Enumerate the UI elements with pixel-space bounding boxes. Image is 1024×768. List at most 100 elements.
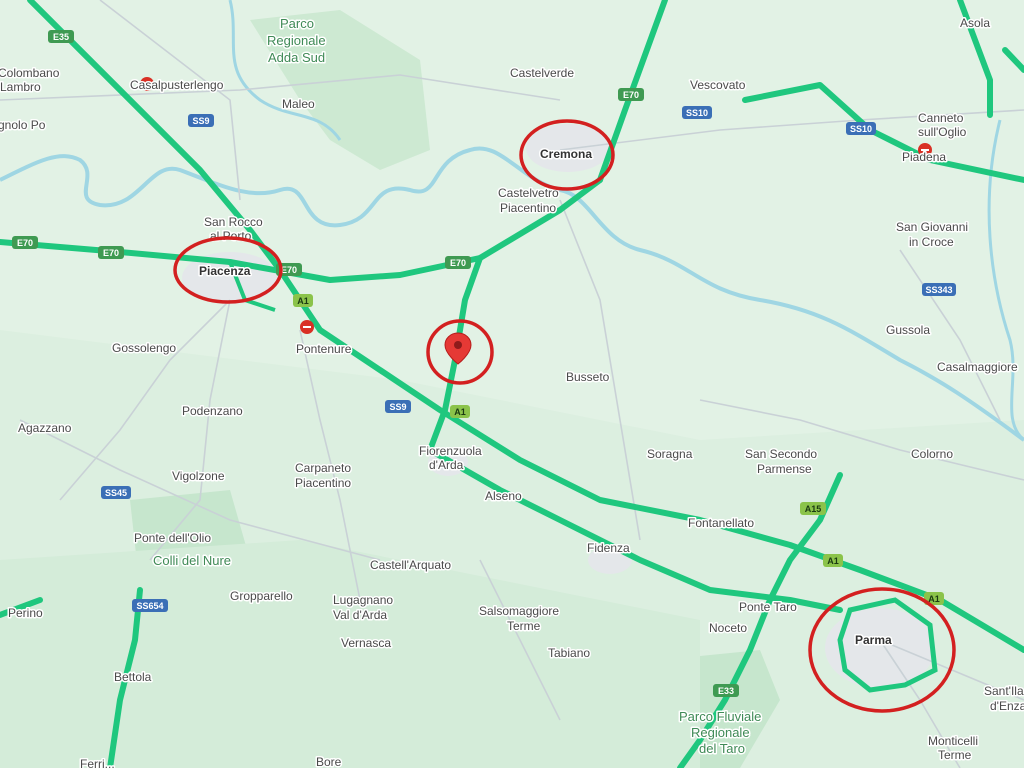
svg-text:SS10: SS10 bbox=[850, 124, 872, 134]
shield-e70-west: E70 bbox=[12, 236, 38, 249]
svg-text:E70: E70 bbox=[623, 90, 639, 100]
place-label: Casalmaggiore bbox=[937, 360, 1018, 374]
place-label: d'Enza bbox=[990, 699, 1024, 713]
place-label: del Taro bbox=[699, 741, 745, 756]
place-label: Piacentino bbox=[295, 476, 351, 490]
place-label: San Giovanni bbox=[896, 220, 968, 234]
map-canvas[interactable]: E35 E70 E70 E70 E70 E70 A1 A1 A1 A1 A15 … bbox=[0, 0, 1024, 768]
place-label: in Croce bbox=[909, 235, 954, 249]
shield-ss10-east: SS10 bbox=[846, 122, 876, 135]
shield-e70-cremona-south: E70 bbox=[445, 256, 471, 269]
place-label: Casalpusterlengo bbox=[130, 78, 224, 92]
place-label: Ferri... bbox=[80, 757, 115, 768]
svg-text:A1: A1 bbox=[454, 407, 466, 417]
place-label: Vernasca bbox=[341, 636, 391, 650]
shield-a1-fiorenzuola: A1 bbox=[450, 405, 470, 418]
place-label: Gropparello bbox=[230, 589, 293, 603]
place-label: Lugagnano bbox=[333, 593, 393, 607]
place-label: Canneto bbox=[918, 111, 964, 125]
place-label: Ponte Taro bbox=[739, 600, 797, 614]
place-label: gnolo Po bbox=[0, 118, 46, 132]
svg-text:E33: E33 bbox=[718, 686, 734, 696]
place-label: Vescovato bbox=[690, 78, 746, 92]
svg-text:SS10: SS10 bbox=[686, 108, 708, 118]
place-label: Gussola bbox=[886, 323, 930, 337]
place-label: Piacenza bbox=[199, 264, 251, 278]
place-label: Sant'Ila bbox=[984, 684, 1024, 698]
place-label: Bettola bbox=[114, 670, 152, 684]
place-label: Piacentino bbox=[500, 201, 556, 215]
svg-text:A1: A1 bbox=[297, 296, 309, 306]
place-label: Castell'Arquato bbox=[370, 558, 451, 572]
shield-ss10-west: SS10 bbox=[682, 106, 712, 119]
svg-text:E70: E70 bbox=[103, 248, 119, 258]
place-label: Parco bbox=[280, 16, 314, 31]
place-label: Colorno bbox=[911, 447, 953, 461]
place-label: Alseno bbox=[485, 489, 522, 503]
shield-ss45: SS45 bbox=[101, 486, 131, 499]
place-label: sull'Oglio bbox=[918, 125, 967, 139]
shield-a15: A15 bbox=[800, 502, 826, 515]
place-label: Perino bbox=[8, 606, 43, 620]
place-label: Podenzano bbox=[182, 404, 243, 418]
place-label: Colli del Nure bbox=[153, 553, 231, 568]
place-label: d'Arda bbox=[429, 458, 464, 472]
svg-text:SS654: SS654 bbox=[136, 601, 163, 611]
shield-e70-mid: E70 bbox=[98, 246, 124, 259]
svg-text:E70: E70 bbox=[17, 238, 33, 248]
place-label: Terme bbox=[938, 748, 972, 762]
place-label: Fontanellato bbox=[688, 516, 754, 530]
shield-e35: E35 bbox=[48, 30, 74, 43]
place-label: Cremona bbox=[540, 147, 592, 161]
place-label: Busseto bbox=[566, 370, 610, 384]
place-label: Parma bbox=[855, 633, 892, 647]
place-label: Salsomaggiore bbox=[479, 604, 559, 618]
place-label: Adda Sud bbox=[268, 50, 325, 65]
place-label: Gossolengo bbox=[112, 341, 176, 355]
place-label: Carpaneto bbox=[295, 461, 351, 475]
place-label: Bore bbox=[316, 755, 342, 768]
place-label: Piadena bbox=[902, 150, 946, 164]
place-label: Agazzano bbox=[18, 421, 72, 435]
shield-ss9-north: SS9 bbox=[188, 114, 214, 127]
place-label: Tabiano bbox=[548, 646, 590, 660]
place-label: Vigolzone bbox=[172, 469, 225, 483]
shield-a1-parma-west: A1 bbox=[823, 554, 843, 567]
svg-text:SS9: SS9 bbox=[389, 402, 406, 412]
svg-text:E70: E70 bbox=[281, 265, 297, 275]
place-label: Terme bbox=[507, 619, 541, 633]
place-label: Asola bbox=[960, 16, 990, 30]
shield-e70-cremona-north: E70 bbox=[618, 88, 644, 101]
svg-text:SS343: SS343 bbox=[925, 285, 952, 295]
svg-text:A15: A15 bbox=[805, 504, 822, 514]
svg-text:SS45: SS45 bbox=[105, 488, 127, 498]
svg-text:A1: A1 bbox=[827, 556, 839, 566]
place-label: Soragna bbox=[647, 447, 693, 461]
place-label: Parmense bbox=[757, 462, 812, 476]
shield-ss343: SS343 bbox=[922, 283, 956, 296]
place-label: Maleo bbox=[282, 97, 315, 111]
place-label: Noceto bbox=[709, 621, 747, 635]
svg-text:SS9: SS9 bbox=[192, 116, 209, 126]
shield-ss654: SS654 bbox=[132, 599, 168, 612]
place-label: Ponte dell'Olio bbox=[134, 531, 211, 545]
place-label: Fiorenzuola bbox=[419, 444, 482, 458]
place-label: Colombano bbox=[0, 66, 60, 80]
road-closure-icon[interactable] bbox=[300, 320, 314, 334]
place-label: Castelverde bbox=[510, 66, 574, 80]
place-label: San Rocco bbox=[204, 215, 263, 229]
place-label: Pontenure bbox=[296, 342, 352, 356]
place-label: Regionale bbox=[691, 725, 750, 740]
place-label: Monticelli bbox=[928, 734, 978, 748]
place-label: Lambro bbox=[0, 80, 41, 94]
shield-e35-text: E35 bbox=[53, 32, 69, 42]
place-label: Regionale bbox=[267, 33, 326, 48]
place-label: Val d'Arda bbox=[333, 608, 387, 622]
svg-text:E70: E70 bbox=[450, 258, 466, 268]
shield-ss9-south: SS9 bbox=[385, 400, 411, 413]
shield-e33: E33 bbox=[713, 684, 739, 697]
place-label: San Secondo bbox=[745, 447, 817, 461]
place-label: Fidenza bbox=[587, 541, 630, 555]
shield-a1-piacenza: A1 bbox=[293, 294, 313, 307]
place-label: Parco Fluviale bbox=[679, 709, 761, 724]
